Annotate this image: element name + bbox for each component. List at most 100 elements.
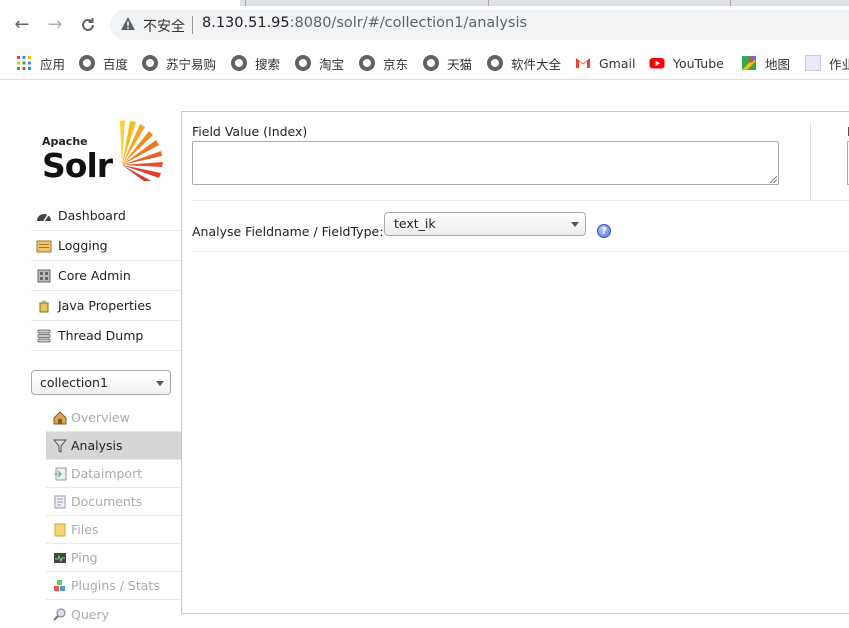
java-properties-icon	[39, 300, 49, 312]
bookmark-baidu[interactable]: 百度	[79, 54, 128, 72]
bookmark-label: 苏宁易购	[166, 56, 217, 72]
menu-item-core-admin[interactable]: Core Admin	[31, 261, 181, 291]
globe-icon	[231, 55, 247, 71]
bookmark-label: 应用	[40, 56, 66, 72]
bookmark-software[interactable]: 软件大全	[487, 54, 561, 72]
core-menu-files[interactable]: Files	[46, 516, 181, 544]
core-menu-analysis[interactable]: Analysis	[46, 432, 181, 460]
menu-item-dashboard[interactable]: Dashboard	[31, 201, 181, 231]
globe-icon	[423, 55, 439, 71]
overview-icon	[53, 410, 67, 424]
ping-icon	[54, 552, 66, 563]
bookmark-label: 软件大全	[511, 56, 562, 72]
reload-icon[interactable]	[77, 14, 99, 36]
menu-label: Thread Dump	[58, 328, 144, 343]
folder-icon	[805, 55, 821, 71]
bookmark-search[interactable]: 搜索	[231, 54, 280, 72]
bookmark-tmall[interactable]: 天猫	[423, 54, 472, 72]
solr-logo[interactable]: Apache Solr	[42, 119, 167, 185]
solr-admin-page: Apache Solr Dashboard Logging Core Admin…	[0, 81, 849, 622]
resize-grip-icon[interactable]	[770, 176, 777, 183]
files-icon	[54, 523, 66, 536]
security-status[interactable]: 不安全	[143, 16, 185, 36]
core-menu-dataimport[interactable]: Dataimport	[46, 460, 181, 488]
menu-label: Java Properties	[58, 298, 152, 313]
bookmarks-bar: 应用 百度 苏宁易购 搜索 淘宝 京东 天猫 软件大全 Gmail YouTub…	[0, 44, 849, 80]
bookmark-label: 京东	[383, 56, 409, 72]
bookmark-apps[interactable]: 应用	[16, 54, 65, 72]
bookmark-homework[interactable]: 作业	[805, 54, 849, 72]
core-menu-documents[interactable]: Documents	[46, 488, 181, 516]
core-admin-icon	[37, 269, 51, 282]
bookmark-label: 百度	[103, 56, 129, 72]
bookmark-label: YouTube	[673, 55, 724, 71]
menu-item-logging[interactable]: Logging	[31, 231, 181, 261]
globe-icon	[295, 55, 311, 71]
core-menu-label: Plugins / Stats	[71, 578, 160, 593]
chevron-down-icon	[571, 222, 579, 227]
core-menu-label: Analysis	[71, 438, 123, 453]
analysis-funnel-icon	[53, 439, 67, 453]
bookmark-youtube[interactable]: YouTube	[649, 54, 724, 72]
bookmark-label: 搜索	[255, 56, 281, 72]
dashboard-icon	[37, 213, 51, 221]
section-divider	[192, 251, 849, 252]
core-menu-label: Ping	[71, 550, 98, 565]
gmail-icon	[576, 58, 590, 68]
solr-sun-icon	[120, 120, 163, 181]
maps-icon	[742, 56, 756, 70]
core-menu-label: Documents	[71, 494, 143, 509]
url-text[interactable]: 8.130.51.95:8080/solr/#/collection1/anal…	[202, 15, 527, 31]
plugins-icon	[54, 579, 65, 591]
bookmark-label: Gmail	[599, 55, 636, 71]
core-menu-label: Dataimport	[71, 466, 143, 481]
menu-label: Logging	[58, 238, 108, 253]
back-arrow-icon[interactable]: ←	[11, 14, 33, 36]
bookmark-taobao[interactable]: 淘宝	[295, 54, 344, 72]
menu-item-thread-dump[interactable]: Thread Dump	[31, 321, 181, 351]
core-menu-label: Files	[71, 522, 99, 537]
warning-icon[interactable]	[120, 16, 136, 32]
documents-icon	[54, 495, 66, 508]
chevron-down-icon	[156, 381, 164, 386]
core-selector-value: collection1	[40, 375, 108, 390]
logo-solr-text: Solr	[42, 146, 113, 185]
address-bar[interactable]: 不安全 8.130.51.95:8080/solr/#/collection1/…	[110, 10, 849, 40]
globe-icon	[359, 55, 375, 71]
core-selector[interactable]: collection1	[31, 370, 171, 395]
bookmark-jd[interactable]: 京东	[359, 54, 408, 72]
help-icon[interactable]: ?	[597, 224, 611, 238]
browser-toolbar: ← → 不安全 8.130.51.95:8080/solr/#/collecti…	[0, 6, 849, 44]
bookmark-label: 地图	[765, 56, 791, 72]
menu-item-java-properties[interactable]: Java Properties	[31, 291, 181, 321]
forward-arrow-icon[interactable]: →	[44, 14, 66, 36]
menu-label: Core Admin	[58, 268, 131, 283]
column-divider	[810, 122, 811, 200]
logging-icon	[36, 240, 52, 252]
dataimport-icon	[54, 467, 67, 480]
core-menu-overview[interactable]: Overview	[46, 404, 181, 432]
menu-label: Dashboard	[58, 208, 126, 223]
url-host: 8.130.51.95	[202, 15, 290, 31]
bookmark-suning[interactable]: 苏宁易购	[142, 54, 216, 72]
core-menu-plugins[interactable]: Plugins / Stats	[46, 572, 181, 600]
core-menu-query[interactable]: Query	[46, 600, 181, 628]
globe-icon	[487, 55, 503, 71]
core-menu-ping[interactable]: Ping	[46, 544, 181, 572]
main-menu: Dashboard Logging Core Admin Java Proper…	[31, 201, 181, 351]
field-value-index-label: Field Value (Index)	[192, 124, 308, 139]
core-menu-label: Query	[71, 606, 109, 622]
bookmark-maps[interactable]: 地图	[741, 54, 790, 72]
url-path: :8080/solr/#/collection1/analysis	[289, 15, 528, 31]
field-value-index-textarea[interactable]	[192, 141, 779, 185]
fieldtype-select-value: text_ik	[394, 216, 436, 231]
globe-icon	[79, 55, 95, 71]
bookmark-label: 天猫	[447, 56, 473, 72]
apps-grid-icon	[17, 56, 31, 70]
youtube-icon	[649, 58, 665, 69]
globe-icon	[142, 55, 158, 71]
bookmark-gmail[interactable]: Gmail	[575, 54, 635, 72]
omnibox-divider	[192, 16, 193, 34]
fieldtype-select[interactable]: text_ik	[384, 212, 586, 236]
section-divider	[192, 200, 849, 201]
